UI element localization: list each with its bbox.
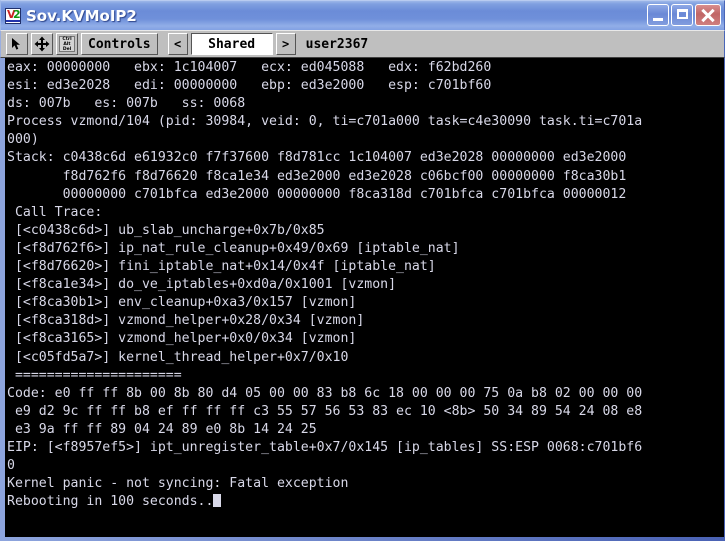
minimize-button[interactable] [647,4,669,26]
console-line: [<c0438c6d>] ub_slab_uncharge+0x7b/0x85 [7,222,325,238]
ctrl-alt-del-button[interactable]: Ctrl Alt Del [56,33,78,55]
console-line: Call Trace: [7,204,103,220]
next-session-button[interactable]: > [275,33,296,55]
console-line: [<f8d762f6>] ip_nat_rule_cleanup+0x49/0x… [7,240,460,256]
console-line: e9 d2 9c ff ff b8 ef ff ff ff c3 55 57 5… [7,403,643,419]
console-line: [<f8ca1e34>] do_ve_iptables+0xd0a/0x1001… [7,277,397,293]
console-line: [<c05fd5a7>] kernel_thread_helper+0x7/0x… [7,349,349,365]
previous-session-button[interactable]: < [167,33,188,55]
console-line: [<f8ca30b1>] env_cleanup+0xa3/0x157 [vzm… [7,295,357,311]
controls-button[interactable]: Controls [81,33,158,55]
pointer-mode-button[interactable] [6,33,28,55]
console-line: [<f8ca318d>] vzmond_helper+0x28/0x34 [vz… [7,313,365,329]
console-line: f8d762f6 f8d76620 f8ca1e34 ed3e2000 ed3e… [7,168,627,184]
console-line: Process vzmond/104 (pid: 30984, veid: 0,… [7,114,643,130]
console-line: [<f8d76620>] fini_iptable_nat+0x14/0x4f … [7,259,436,275]
kvm-over-ip-window: V 2 Sov.KVMoIP2 Ctrl Alt Del Controls < … [0,0,725,541]
move-mode-button[interactable] [31,33,53,55]
console-line: ds: 007b es: 007b ss: 0068 [7,96,246,112]
toolbar: Ctrl Alt Del Controls < Shared > user236… [0,30,725,58]
console-line: 0 [7,458,15,474]
kernel-panic-console: eax: 00000000 ebx: 1c104007 ecx: ed04508… [5,58,724,537]
console-line: ===================== [7,367,182,383]
mouse-pointer-icon [9,36,25,52]
text-cursor [213,494,222,508]
console-line: Code: e0 ff ff 8b 00 8b 80 d4 05 00 00 8… [7,385,643,401]
console-line: EIP: [<f8957ef5>] ipt_unregister_table+0… [7,439,643,455]
console-line: e3 9a ff ff 89 04 24 89 e0 8b 14 24 25 [7,421,317,437]
connected-user-label: user2367 [305,36,369,52]
cad-line-del: Del [62,46,72,52]
window-title: Sov.KVMoIP2 [26,6,137,25]
minimize-icon [653,18,663,21]
console-line: [<f8ca3165>] vzmond_helper+0x0/0x34 [vzm… [7,331,357,347]
close-button[interactable] [695,4,721,26]
console-line: Stack: c0438c6d e61932c0 f7f37600 f8d781… [7,150,627,166]
v2-logo-underline [6,19,20,22]
console-line: 000) [7,132,39,148]
session-mode-field[interactable]: Shared [190,33,273,55]
console-line: Rebooting in 100 seconds.. [7,493,724,511]
remote-console-viewport[interactable]: eax: 00000000 ebx: 1c104007 ecx: ed04508… [0,58,725,541]
title-bar: V 2 Sov.KVMoIP2 [0,0,725,30]
maximize-button[interactable] [671,4,693,26]
v2-logo-icon: V 2 [5,7,21,24]
window-controls [647,4,721,26]
console-line: esi: ed3e2028 edi: 00000000 ebp: ed3e200… [7,78,492,94]
console-line: eax: 00000000 ebx: 1c104007 ecx: ed04508… [7,60,492,75]
console-line: 00000000 c701bfca ed3e2000 00000000 f8ca… [7,186,627,202]
console-line: Kernel panic - not syncing: Fatal except… [7,476,349,492]
ctrl-alt-del-icon: Ctrl Alt Del [59,36,75,52]
maximize-icon [677,9,688,19]
four-way-move-icon [34,36,50,52]
